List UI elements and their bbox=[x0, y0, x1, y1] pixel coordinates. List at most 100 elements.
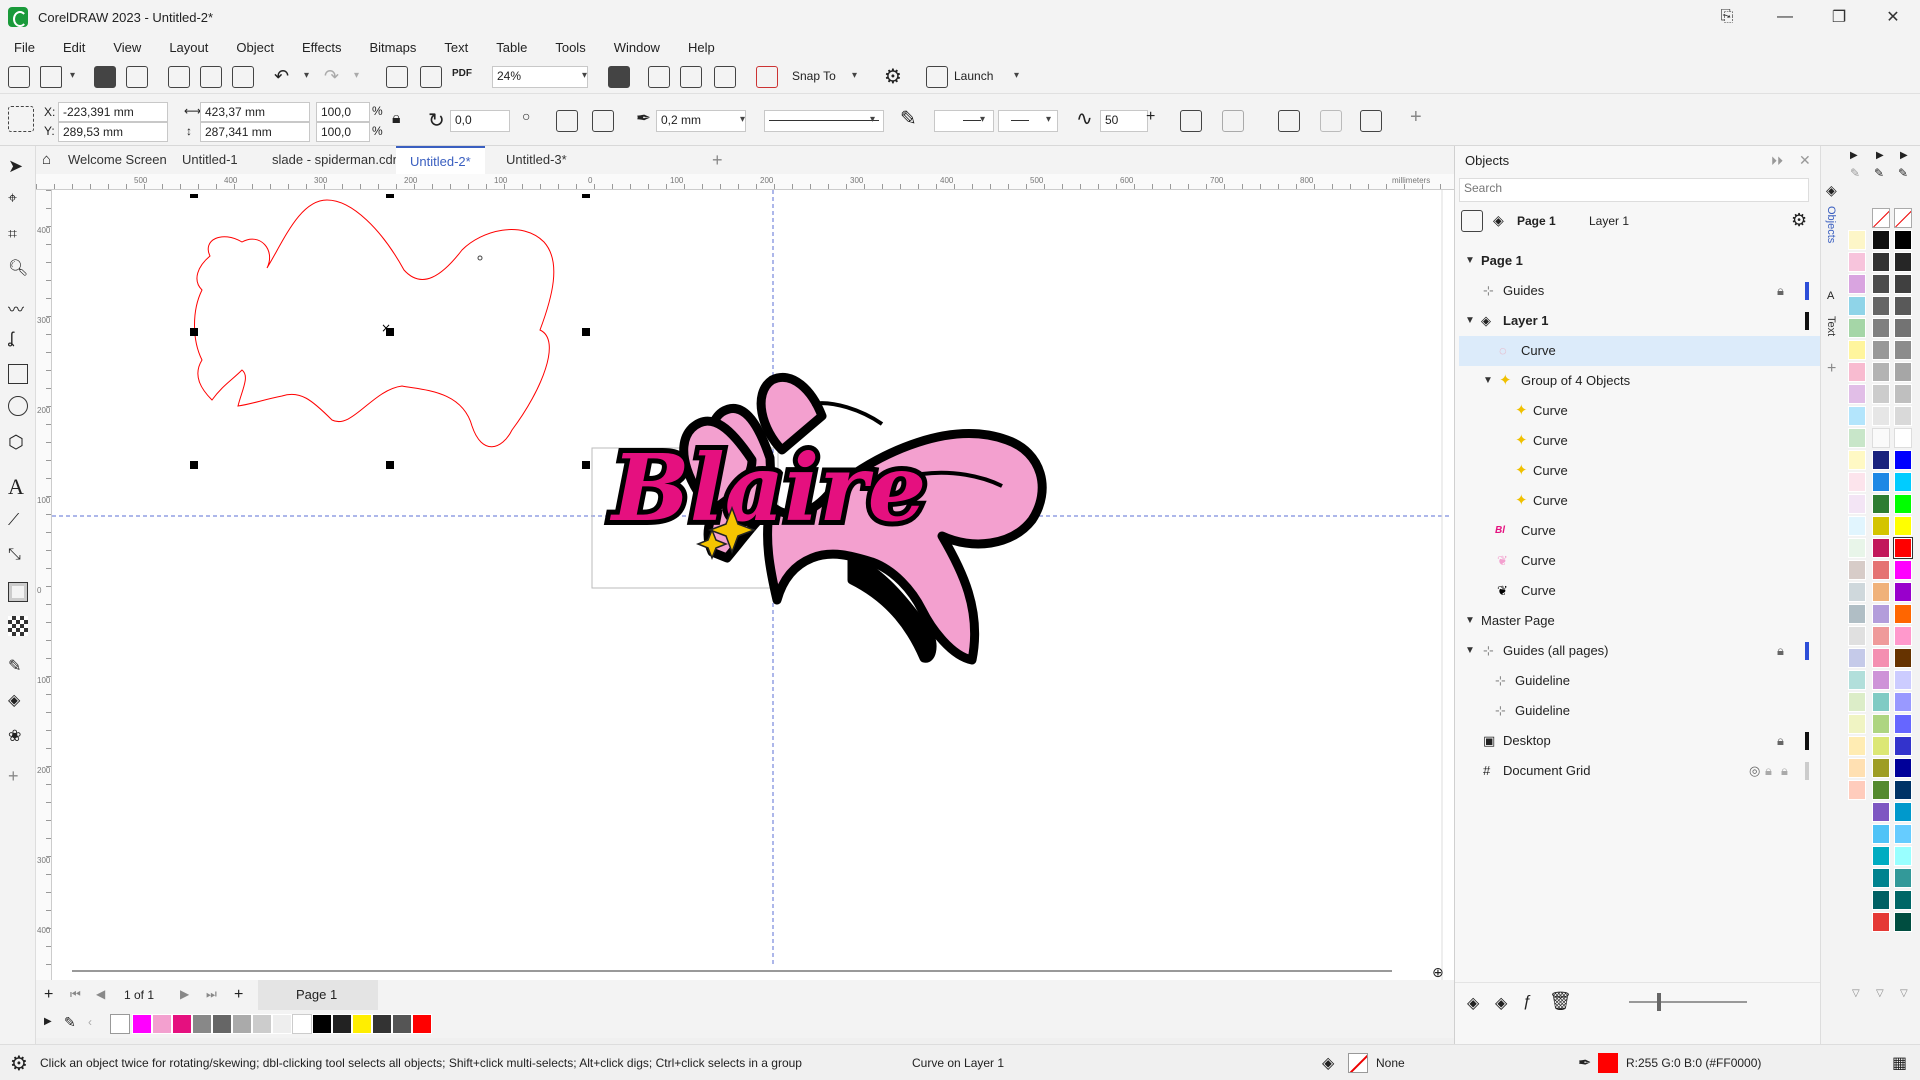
fill-none-swatch[interactable] bbox=[1348, 1053, 1368, 1073]
full-screen-preview-icon[interactable] bbox=[608, 66, 630, 88]
color-swatch[interactable] bbox=[1894, 626, 1912, 646]
color-swatch[interactable] bbox=[132, 1014, 152, 1034]
last-page-icon[interactable]: ⏭ bbox=[206, 987, 217, 1002]
palette-scroll-down-icon[interactable]: ▽ bbox=[1900, 988, 1908, 999]
import-icon[interactable] bbox=[386, 66, 408, 88]
color-swatch[interactable] bbox=[1894, 912, 1912, 932]
shape-tool-icon[interactable]: ⌖ bbox=[8, 190, 28, 210]
wrap-text-icon[interactable] bbox=[1278, 110, 1300, 132]
weld-icon[interactable] bbox=[1320, 110, 1342, 132]
menu-bitmaps[interactable]: Bitmaps bbox=[369, 40, 416, 55]
color-swatch[interactable] bbox=[1848, 780, 1866, 800]
menu-table[interactable]: Table bbox=[496, 40, 527, 55]
reference-point-icon[interactable] bbox=[8, 106, 34, 132]
color-swatch[interactable] bbox=[1894, 736, 1912, 756]
outline-width-dropdown-icon[interactable]: ▾ bbox=[740, 114, 745, 125]
new-master-layer-icon[interactable]: ◈ bbox=[1495, 993, 1507, 1013]
tree-item-group[interactable]: ▼ ✦ Group of 4 Objects bbox=[1459, 366, 1821, 396]
color-swatch[interactable] bbox=[1872, 582, 1890, 602]
color-swatch[interactable] bbox=[332, 1014, 352, 1034]
tree-item-curve[interactable]: ❦ Curve bbox=[1459, 546, 1821, 576]
scale-y-field[interactable]: 100,0 bbox=[316, 122, 370, 142]
color-swatch[interactable] bbox=[1894, 802, 1912, 822]
color-swatch[interactable] bbox=[1872, 252, 1890, 272]
color-swatch[interactable] bbox=[1872, 406, 1890, 426]
color-swatch[interactable] bbox=[1872, 802, 1890, 822]
color-swatch[interactable] bbox=[272, 1014, 292, 1034]
color-swatch[interactable] bbox=[1848, 670, 1866, 690]
show-guidelines-icon[interactable] bbox=[714, 66, 736, 88]
color-swatch[interactable] bbox=[1848, 736, 1866, 756]
object-width-field[interactable]: 423,37 mm bbox=[200, 102, 310, 122]
color-swatch[interactable] bbox=[1872, 384, 1890, 404]
color-swatch[interactable] bbox=[1894, 362, 1912, 382]
eyedropper-tool-icon[interactable]: ✎ bbox=[8, 656, 28, 676]
color-swatch[interactable] bbox=[312, 1014, 332, 1034]
color-swatch[interactable] bbox=[1894, 406, 1912, 426]
parallel-dimension-tool-icon[interactable]: ⟋ bbox=[8, 512, 28, 532]
show-grid-icon[interactable] bbox=[680, 66, 702, 88]
menu-edit[interactable]: Edit bbox=[63, 40, 85, 55]
menu-window[interactable]: Window bbox=[614, 40, 660, 55]
tree-item-guides-all-pages[interactable]: ▼ ⊹ Guides (all pages) 🔒︎ bbox=[1459, 636, 1821, 666]
color-swatch[interactable] bbox=[1872, 230, 1890, 250]
color-swatch[interactable] bbox=[1894, 560, 1912, 580]
lock-ratio-icon[interactable]: 🔒︎ bbox=[392, 110, 401, 128]
line-style-select[interactable] bbox=[764, 110, 884, 132]
redo-icon[interactable]: ↷ bbox=[324, 66, 339, 87]
open-icon[interactable] bbox=[40, 66, 62, 88]
launch-dropdown-icon[interactable]: ▾ bbox=[1014, 70, 1019, 81]
color-swatch[interactable] bbox=[1872, 648, 1890, 668]
color-swatch[interactable] bbox=[192, 1014, 212, 1034]
tree-item-curve[interactable]: ✦ Curve bbox=[1459, 396, 1821, 426]
ellipse-tool-icon[interactable] bbox=[8, 396, 28, 416]
color-swatch[interactable] bbox=[1872, 318, 1890, 338]
vertical-ruler[interactable]: 400 300 200 100 0 100 200 300 400 bbox=[36, 190, 52, 980]
palette-eyedropper-icon[interactable]: ✎ bbox=[1850, 166, 1860, 180]
color-swatch[interactable] bbox=[1894, 296, 1912, 316]
color-swatch[interactable] bbox=[1894, 450, 1912, 470]
color-swatch[interactable] bbox=[1872, 560, 1890, 580]
tab-slade-spiderman[interactable]: slade - spiderman.cdr bbox=[258, 146, 411, 174]
color-swatch[interactable] bbox=[1894, 494, 1912, 514]
layer-effects-icon[interactable]: ƒ bbox=[1523, 993, 1532, 1011]
color-swatch[interactable] bbox=[1848, 274, 1866, 294]
color-swatch[interactable] bbox=[1894, 780, 1912, 800]
next-page-icon[interactable]: ▶ bbox=[180, 987, 189, 1001]
curve-smoothing-field[interactable]: 50 bbox=[1100, 110, 1148, 132]
x-position-field[interactable]: -223,391 mm bbox=[58, 102, 168, 122]
color-swatch[interactable] bbox=[1894, 846, 1912, 866]
smoothing-plus-icon[interactable]: + bbox=[1146, 108, 1155, 126]
menu-text[interactable]: Text bbox=[444, 40, 468, 55]
transparency-tool-icon[interactable] bbox=[8, 616, 28, 636]
color-swatch[interactable] bbox=[1872, 846, 1890, 866]
outline-color-swatch[interactable] bbox=[1598, 1053, 1618, 1073]
polygon-tool-icon[interactable]: ⬡ bbox=[8, 432, 28, 452]
tree-item-curve[interactable]: ✦ Curve bbox=[1459, 486, 1821, 516]
color-swatch[interactable] bbox=[1872, 890, 1890, 910]
horizontal-ruler[interactable]: 500 400 300 200 100 0 100 200 300 400 50… bbox=[36, 174, 1454, 190]
color-swatch[interactable] bbox=[1872, 736, 1890, 756]
page-tab[interactable]: Page 1 bbox=[258, 980, 378, 1010]
new-tab-icon[interactable]: + bbox=[712, 150, 723, 171]
zoom-navigator-icon[interactable]: ⊕ bbox=[1432, 964, 1444, 981]
color-swatch[interactable] bbox=[1848, 758, 1866, 778]
color-swatch[interactable] bbox=[1872, 868, 1890, 888]
color-swatch[interactable] bbox=[1872, 692, 1890, 712]
tree-item-curve[interactable]: ✦ Curve bbox=[1459, 456, 1821, 486]
menu-file[interactable]: File bbox=[14, 40, 35, 55]
crop-tool-icon[interactable]: ⌗ bbox=[8, 226, 28, 246]
palette-flyout-icon[interactable]: ▶ bbox=[1900, 150, 1908, 161]
objects-search-input[interactable]: Search bbox=[1459, 178, 1809, 202]
lock-icon[interactable]: 🔒︎ bbox=[1781, 756, 1788, 786]
add-toolbar-icon[interactable]: + bbox=[1410, 106, 1422, 129]
show-rulers-icon[interactable] bbox=[648, 66, 670, 88]
palette-expand-icon[interactable]: ▶ bbox=[44, 1016, 52, 1027]
color-swatch[interactable] bbox=[1848, 340, 1866, 360]
add-page-before-icon[interactable]: + bbox=[44, 986, 53, 1004]
color-swatch[interactable] bbox=[1848, 450, 1866, 470]
tab-objects-docker[interactable]: Objects bbox=[1825, 206, 1837, 243]
copy-icon[interactable] bbox=[200, 66, 222, 88]
launch-label[interactable]: Launch bbox=[954, 69, 993, 83]
outline-pen-settings-icon[interactable]: ✎ bbox=[900, 106, 917, 131]
